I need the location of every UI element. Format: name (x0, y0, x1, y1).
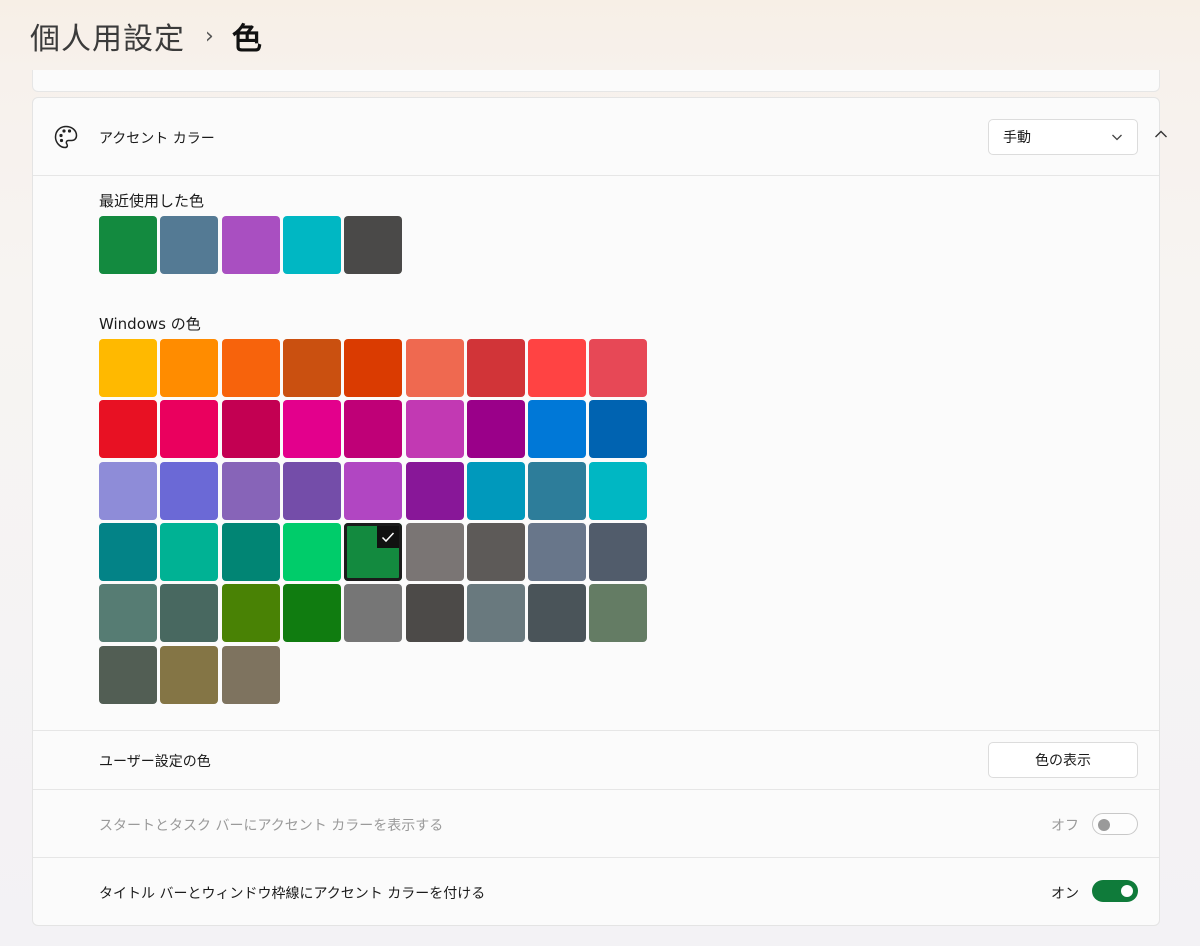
accent-mode-value: 手動 (1003, 130, 1031, 146)
custom-color-row: ユーザー設定の色 色の表示 (33, 730, 1159, 789)
windows-color-swatch[interactable] (99, 339, 157, 397)
windows-color-swatch[interactable] (221, 461, 280, 520)
breadcrumb-separator-icon: › (205, 23, 214, 49)
windows-color-swatch[interactable] (466, 584, 525, 643)
accent-color-label: アクセント カラー (99, 131, 215, 147)
windows-color-swatch[interactable] (344, 339, 403, 397)
windows-color-swatch[interactable] (282, 400, 341, 459)
windows-color-swatch[interactable] (160, 339, 219, 397)
windows-color-swatch[interactable] (282, 522, 341, 581)
recent-color-swatch[interactable] (221, 216, 280, 274)
toggle-knob (1098, 819, 1110, 831)
recent-colors-label: 最近使用した色 (99, 192, 205, 210)
windows-color-swatch[interactable] (589, 461, 648, 520)
accent-color-header[interactable]: アクセント カラー 手動 (33, 98, 1167, 176)
windows-color-swatch[interactable] (589, 522, 648, 581)
custom-color-label: ユーザー設定の色 (99, 754, 211, 770)
windows-color-swatch[interactable] (160, 522, 219, 581)
windows-color-swatch[interactable] (221, 400, 280, 459)
windows-color-swatch[interactable] (344, 522, 403, 581)
windows-color-swatch[interactable] (282, 339, 341, 397)
windows-color-swatch[interactable] (344, 461, 403, 520)
palette-icon (54, 125, 78, 149)
windows-colors-label: Windows の色 (99, 315, 201, 333)
checkmark-icon (377, 525, 400, 548)
windows-color-swatch[interactable] (589, 400, 648, 459)
windows-color-swatch[interactable] (282, 584, 341, 643)
windows-color-swatch[interactable] (99, 400, 157, 459)
title-bar-accent-row: タイトル バーとウィンドウ枠線にアクセント カラーを付ける オン (33, 857, 1159, 925)
windows-color-swatch[interactable] (221, 339, 280, 397)
title-bar-accent-label: タイトル バーとウィンドウ枠線にアクセント カラーを付ける (99, 886, 486, 902)
windows-color-swatch[interactable] (160, 461, 219, 520)
windows-color-swatch[interactable] (405, 522, 464, 581)
windows-color-swatch[interactable] (589, 584, 648, 643)
recent-color-swatch[interactable] (160, 216, 219, 274)
windows-color-swatch[interactable] (405, 339, 464, 397)
title-bar-accent-toggle[interactable] (1092, 880, 1138, 902)
chevron-up-icon[interactable] (1153, 126, 1169, 142)
title-bar-toggle-state: オン (1051, 886, 1079, 902)
windows-color-swatch[interactable] (160, 645, 219, 704)
windows-color-swatch[interactable] (160, 400, 219, 459)
windows-color-swatch[interactable] (528, 400, 587, 459)
windows-color-swatch[interactable] (221, 522, 280, 581)
windows-color-swatch[interactable] (528, 339, 587, 397)
previous-card (32, 70, 1160, 92)
start-taskbar-accent-toggle[interactable] (1092, 813, 1138, 835)
windows-color-swatch[interactable] (344, 584, 403, 643)
windows-color-swatch[interactable] (466, 461, 525, 520)
start-taskbar-accent-label: スタートとタスク バーにアクセント カラーを表示する (99, 818, 444, 834)
start-taskbar-toggle-state: オフ (1051, 818, 1079, 834)
windows-color-swatch[interactable] (99, 645, 157, 704)
windows-color-swatch[interactable] (282, 461, 341, 520)
chevron-down-icon (1112, 134, 1122, 141)
recent-color-swatch[interactable] (99, 216, 157, 274)
windows-color-swatch[interactable] (160, 584, 219, 643)
windows-color-swatch[interactable] (528, 584, 587, 643)
windows-color-swatch[interactable] (589, 339, 648, 397)
toggle-knob (1121, 885, 1133, 897)
recent-color-swatch[interactable] (282, 216, 341, 274)
start-taskbar-accent-row: スタートとタスク バーにアクセント カラーを表示する オフ (33, 789, 1159, 857)
windows-color-swatch[interactable] (405, 400, 464, 459)
breadcrumb: 個人用設定 › 色 (30, 14, 262, 58)
windows-color-swatch[interactable] (405, 461, 464, 520)
windows-color-swatch[interactable] (344, 400, 403, 459)
windows-color-swatch[interactable] (99, 522, 157, 581)
windows-color-swatch[interactable] (405, 584, 464, 643)
windows-color-swatch[interactable] (99, 461, 157, 520)
windows-color-swatch[interactable] (466, 400, 525, 459)
windows-color-swatch[interactable] (528, 461, 587, 520)
page-title: 色 (231, 22, 262, 57)
windows-color-swatch[interactable] (466, 522, 525, 581)
accent-mode-dropdown[interactable]: 手動 (988, 119, 1138, 155)
breadcrumb-parent[interactable]: 個人用設定 (30, 14, 185, 58)
windows-color-swatch[interactable] (221, 584, 280, 643)
recent-color-swatch[interactable] (344, 216, 403, 274)
windows-color-swatch[interactable] (466, 339, 525, 397)
windows-color-swatch[interactable] (528, 522, 587, 581)
windows-color-swatch[interactable] (221, 645, 280, 704)
windows-color-swatch[interactable] (99, 584, 157, 643)
accent-color-card: アクセント カラー 手動 最近使用した色 Windows の色 ユーザー設定の色… (32, 97, 1167, 926)
view-colors-button[interactable]: 色の表示 (988, 742, 1138, 778)
